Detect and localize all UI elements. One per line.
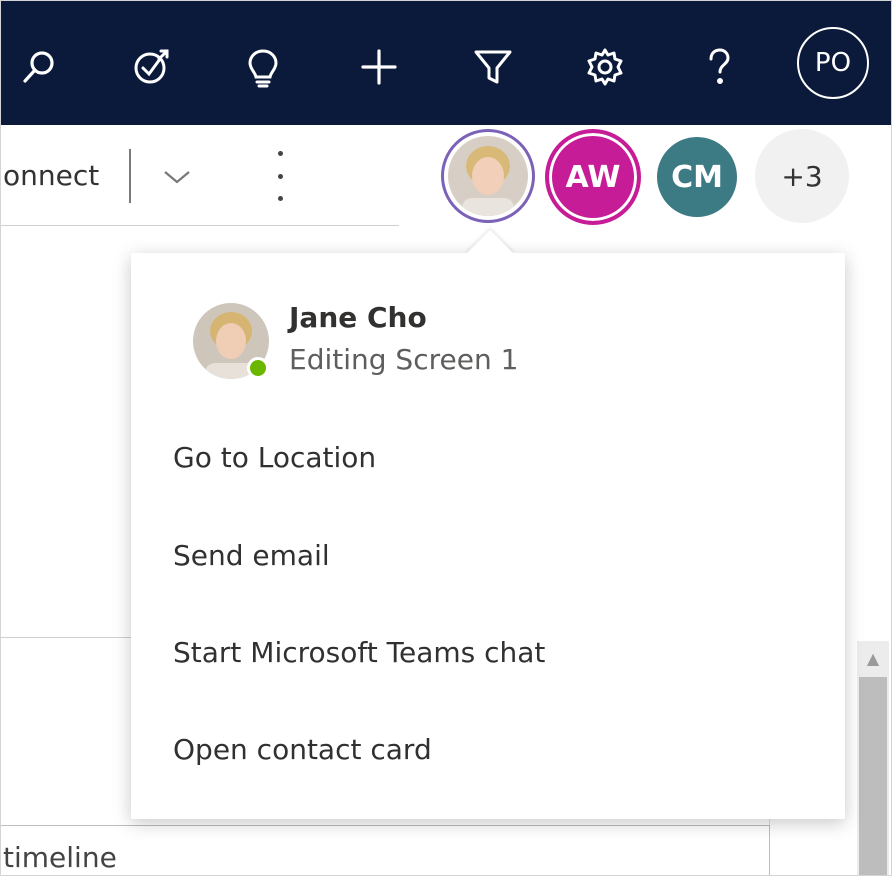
search-icon[interactable]: [7, 35, 71, 99]
collaborator-avatar-cm[interactable]: CM: [657, 137, 737, 217]
open-contact-card-link[interactable]: Open contact card: [173, 733, 432, 766]
divider: [1, 225, 399, 226]
app-window: PO onnect AW CM +3 ▲ timeline Jane Cho E…: [0, 0, 892, 876]
send-email-link[interactable]: Send email: [173, 539, 330, 572]
collaborator-avatar-jane[interactable]: [441, 129, 535, 223]
divider: [1, 637, 131, 638]
more-collaborators-button[interactable]: +3: [755, 129, 849, 223]
divider: [129, 149, 131, 203]
collaborator-avatar-aw[interactable]: AW: [545, 129, 641, 225]
scrollbar-thumb[interactable]: [859, 677, 887, 875]
avatar-photo: [448, 136, 528, 216]
connect-button-label[interactable]: onnect: [3, 159, 99, 192]
filter-icon[interactable]: [461, 35, 525, 99]
timeline-label: timeline: [3, 841, 117, 874]
settings-icon[interactable]: [573, 35, 637, 99]
plus-icon[interactable]: [347, 35, 411, 99]
go-to-location-link[interactable]: Go to Location: [173, 441, 376, 474]
help-icon[interactable]: [687, 35, 751, 99]
chevron-down-icon[interactable]: [157, 157, 197, 197]
lightbulb-icon[interactable]: [231, 35, 295, 99]
scroll-up-arrow-icon[interactable]: ▲: [857, 641, 889, 675]
target-icon[interactable]: [119, 35, 183, 99]
user-avatar[interactable]: PO: [797, 27, 869, 99]
contact-status: Editing Screen 1: [289, 343, 519, 376]
top-navigation-bar: PO: [1, 1, 891, 125]
start-teams-chat-link[interactable]: Start Microsoft Teams chat: [173, 636, 545, 669]
contact-popup: Jane Cho Editing Screen 1 Go to Location…: [131, 253, 845, 819]
contact-name: Jane Cho: [289, 301, 427, 334]
more-vertical-icon[interactable]: [263, 151, 297, 201]
presence-indicator: [247, 357, 269, 379]
